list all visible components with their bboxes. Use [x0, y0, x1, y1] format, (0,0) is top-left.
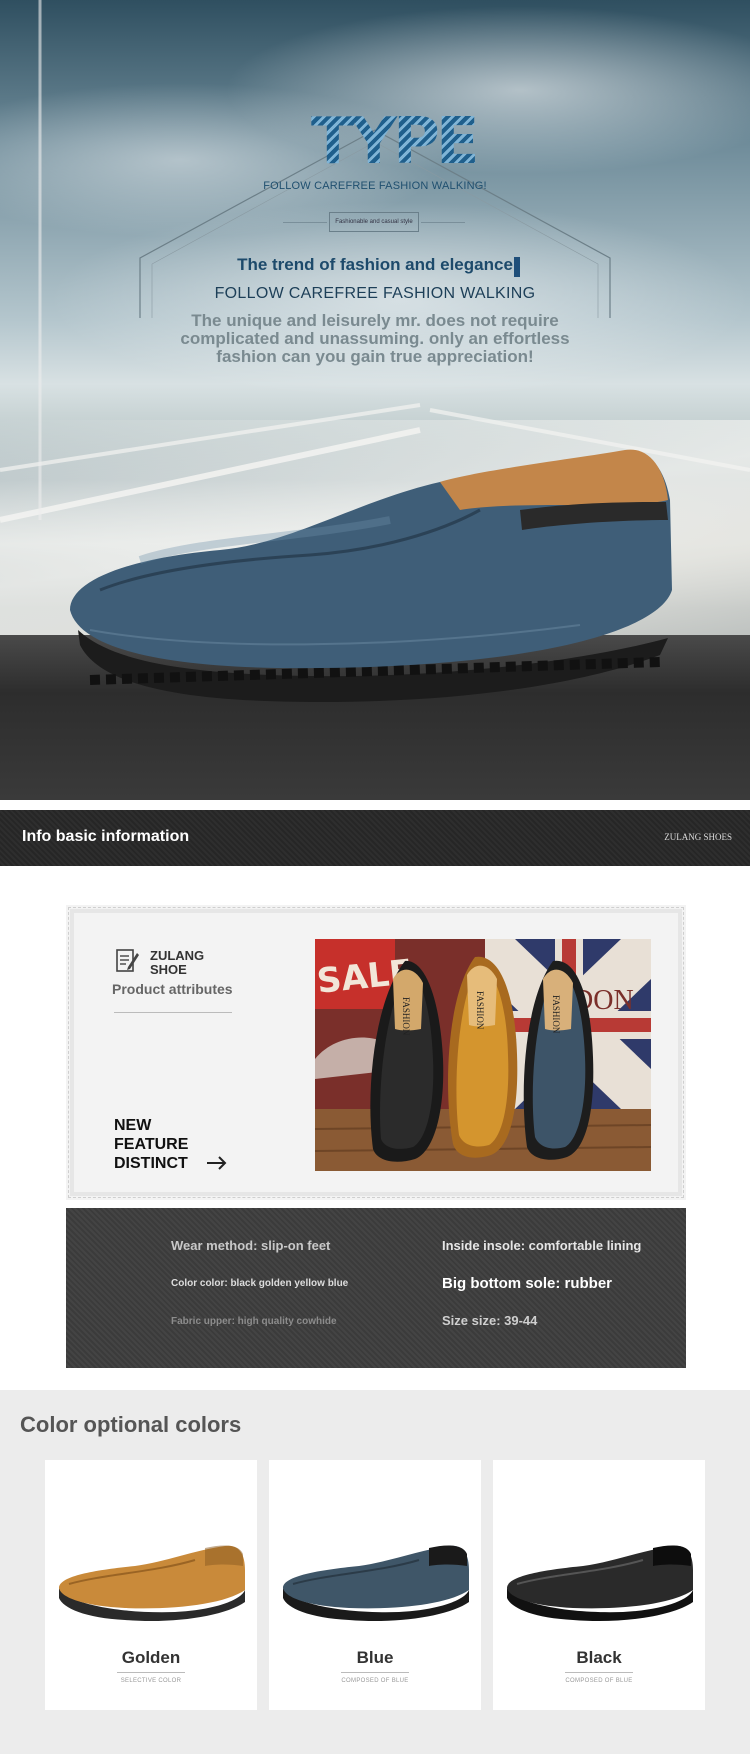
trend-heading: The trend of fashion and elegance [237, 255, 513, 274]
color-name: Blue [356, 1648, 394, 1667]
blue-loafer-image [283, 1545, 469, 1622]
hero-banner: TYPE FOLLOW CAREFREE FASHION WALKING! Fa… [0, 0, 750, 800]
color-name: Black [576, 1648, 622, 1667]
color-name: Golden [121, 1648, 181, 1667]
spec-size: Size size: 39-44 [442, 1313, 538, 1328]
desc-line: The unique and leisurely mr. does not re… [191, 311, 559, 330]
black-loafer-image [507, 1545, 693, 1622]
spec-fabric: Fabric upper: high quality cowhide [171, 1316, 337, 1327]
color-caption: COMPOSED OF BLUE [565, 1678, 633, 1684]
color-option-blue[interactable]: Blue COMPOSED OF BLUE [269, 1460, 481, 1710]
heading-accent-bar [514, 257, 520, 277]
shoe-label: FASHION [475, 991, 485, 1030]
color-caption: COMPOSED OF BLUE [341, 1678, 409, 1684]
style-tag: Fashionable and casual style [329, 212, 419, 232]
logo-subtitle: FOLLOW CAREFREE FASHION WALKING! [263, 180, 487, 192]
tag-divider-right [421, 222, 465, 223]
three-loafers-image: DON SALE FASHION FASHION FASHION [315, 939, 651, 1171]
product-attributes-card: ZULANG SHOE Product attributes NEW FEATU… [66, 905, 686, 1200]
brand-label: ZULANG SHOES [664, 832, 732, 842]
shoe-label: FASHION [401, 997, 411, 1036]
divider [341, 1672, 409, 1673]
type-logo: TYPE [311, 105, 480, 179]
desc-line: complicated and unassuming. only an effo… [180, 329, 570, 348]
spec-wear-method: Wear method: slip-on feet [171, 1238, 331, 1253]
spec-sole: Big bottom sole: rubber [442, 1275, 612, 1292]
color-caption: SELECTIVE COLOR [120, 1678, 182, 1684]
spec-color: Color color: black golden yellow blue [171, 1278, 349, 1289]
colors-title: Color optional colors [20, 1412, 242, 1437]
hero-description: The unique and leisurely mr. does not re… [140, 312, 610, 366]
follow-heading: FOLLOW CAREFREE FASHION WALKING [214, 285, 536, 302]
specifications-panel: Wear method: slip-on feet Inside insole:… [66, 1208, 686, 1368]
divider [114, 1012, 232, 1013]
feature-line: NEW [114, 1117, 152, 1134]
document-edit-icon [116, 949, 139, 972]
desc-line: fashion can you gain true appreciation! [216, 347, 534, 366]
product-attributes-label: Product attributes [112, 981, 233, 997]
divider [565, 1672, 633, 1673]
shoe-label: FASHION [551, 995, 561, 1034]
hero-loafer-image [70, 449, 672, 702]
feature-line: FEATURE [114, 1136, 189, 1153]
info-title: Info basic information [22, 828, 190, 845]
tag-divider-left [283, 222, 327, 223]
spec-insole: Inside insole: comfortable lining [442, 1238, 642, 1253]
brand-name: ZULANG SHOE [150, 949, 230, 977]
brand-name-line: SHOE [150, 962, 187, 977]
divider [117, 1672, 185, 1673]
color-option-black[interactable]: Black COMPOSED OF BLUE [493, 1460, 705, 1710]
color-options-section: Color optional colors Golden SELECTIVE C… [0, 1390, 750, 1754]
product-photo: DON SALE FASHION FASHION FASHION [315, 939, 651, 1171]
brand-name-line: ZULANG [150, 948, 205, 963]
golden-loafer-image [59, 1545, 245, 1622]
color-option-golden[interactable]: Golden SELECTIVE COLOR [45, 1460, 257, 1710]
info-header-bar: Info basic information ZULANG SHOES [0, 810, 750, 866]
arrow-right-icon [207, 1156, 227, 1170]
